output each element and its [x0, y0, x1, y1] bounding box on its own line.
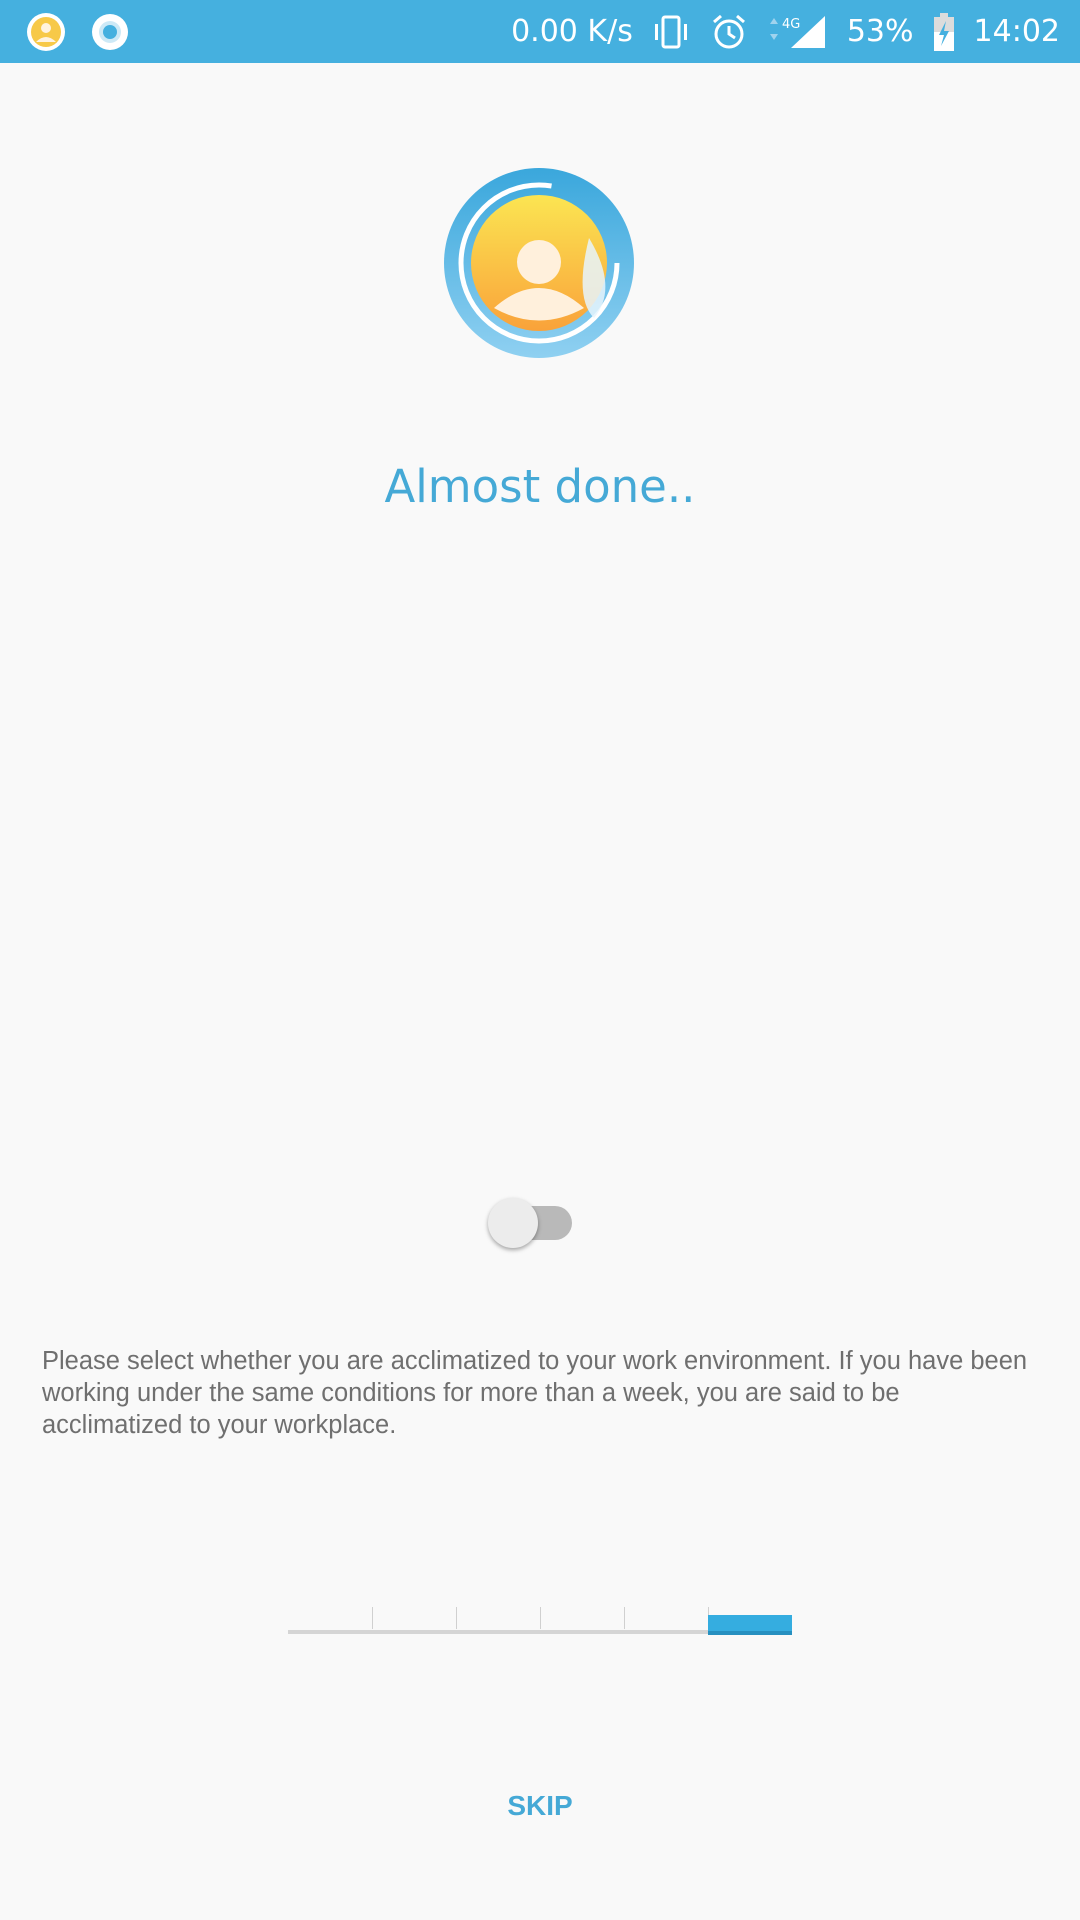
battery-charging-icon: [932, 12, 956, 52]
vibrate-icon: [651, 12, 691, 52]
record-notification-icon: [90, 12, 130, 52]
description-text: Please select whether you are acclimatiz…: [42, 1347, 1028, 1439]
step-divider: [372, 1607, 373, 1629]
current-step-marker: [708, 1615, 792, 1635]
alarm-icon: [709, 12, 749, 52]
step-progress-indicator: [288, 1605, 792, 1635]
screen: 0.00 K/s 4G 53% 14:02 Almost done.. Plea…: [0, 0, 1080, 1920]
skip-button[interactable]: SKIP: [440, 1780, 640, 1832]
clock: 14:02: [973, 14, 1060, 49]
signal-icon: 4G: [767, 12, 829, 52]
status-bar: 0.00 K/s 4G 53% 14:02: [0, 0, 1080, 63]
app-logo: [444, 168, 634, 358]
step-divider: [624, 1607, 625, 1629]
app-avatar-notification-icon: [26, 12, 66, 52]
toggle-thumb: [488, 1198, 538, 1248]
page-title: Almost done..: [384, 460, 696, 513]
network-type: 4G: [782, 17, 800, 32]
network-speed: 0.00 K/s: [511, 14, 633, 49]
status-bar-right: 0.00 K/s 4G 53% 14:02: [511, 0, 1060, 63]
battery-percent: 53%: [846, 14, 914, 49]
step-divider: [456, 1607, 457, 1629]
step-divider: [540, 1607, 541, 1629]
acclimatized-toggle[interactable]: [488, 1198, 584, 1248]
